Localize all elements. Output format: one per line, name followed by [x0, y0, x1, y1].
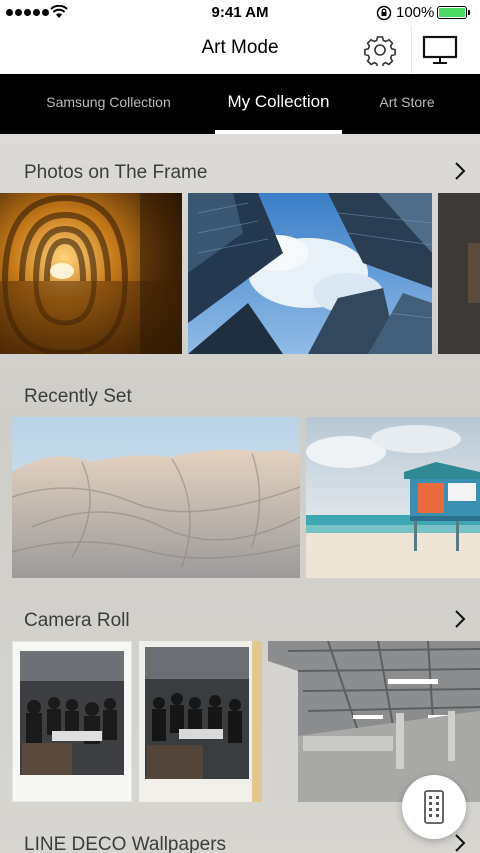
status-bar: 9:41 AM 100%	[0, 0, 480, 26]
photo-thumbnail[interactable]	[438, 193, 480, 354]
collection-content: Photos on The Frame Recently Set Camera …	[0, 134, 480, 853]
remote-control-icon	[424, 790, 444, 824]
section-title-camera-roll: Camera Roll	[24, 610, 130, 631]
tab-bar: Samsung Collection My Collection Art Sto…	[0, 74, 480, 134]
photo-thumbnail[interactable]	[12, 417, 300, 578]
chevron-right-icon[interactable]	[452, 608, 468, 630]
photo-thumbnail[interactable]	[0, 193, 182, 354]
section-title-photos-on-the-frame: Photos on The Frame	[24, 162, 208, 183]
tab-my-collection[interactable]: My Collection	[215, 74, 342, 134]
photo-thumbnail[interactable]	[188, 193, 432, 354]
photo-thumbnail[interactable]	[306, 417, 480, 578]
section-title-line-deco-wallpapers: LINE DECO Wallpapers	[24, 834, 227, 853]
tv-icon[interactable]	[421, 34, 459, 66]
chevron-right-icon[interactable]	[452, 160, 468, 182]
tab-art-store[interactable]: Art Store	[372, 74, 442, 134]
battery-icon	[437, 6, 470, 19]
photo-thumbnail[interactable]	[139, 641, 262, 802]
tab-samsung-collection[interactable]: Samsung Collection	[40, 74, 177, 134]
photo-thumbnail[interactable]	[12, 641, 132, 802]
battery-percent: 100%	[396, 4, 435, 21]
remote-control-button[interactable]	[402, 775, 466, 839]
app-header: Art Mode	[0, 26, 480, 74]
section-title-recently-set: Recently Set	[24, 386, 132, 407]
page-title: Art Mode	[201, 37, 279, 58]
header-divider	[411, 26, 412, 74]
rotation-lock-icon	[376, 5, 392, 21]
gear-icon[interactable]	[364, 34, 396, 66]
